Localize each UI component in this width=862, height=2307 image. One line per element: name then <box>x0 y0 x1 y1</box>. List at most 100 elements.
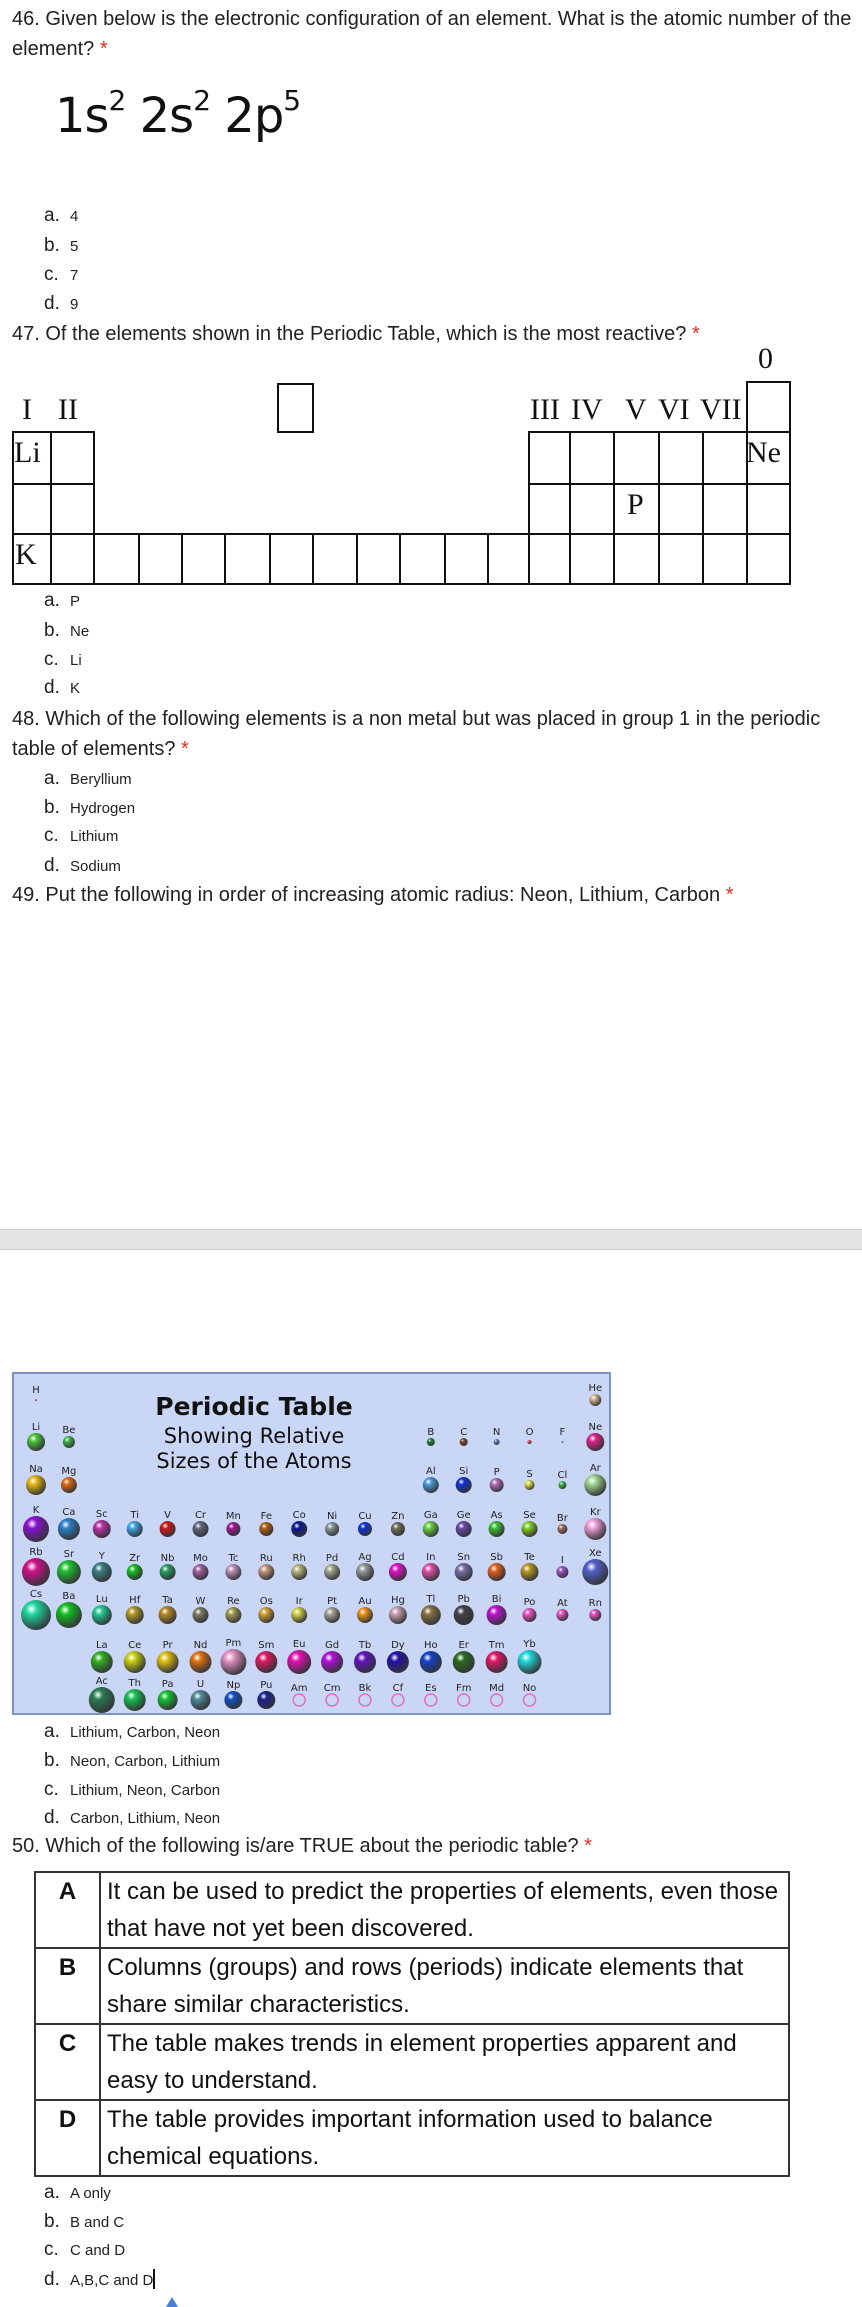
element-label-Ti: Ti <box>129 1510 139 1521</box>
element-label-Ta: Ta <box>161 1595 173 1606</box>
statement-text: Columns (groups) and rows (periods) indi… <box>99 1947 790 2025</box>
element-label-V: V <box>164 1510 171 1521</box>
atom-I <box>556 1566 569 1578</box>
element-label-Ac: Ac <box>96 1676 108 1687</box>
element-label-S: S <box>526 1469 532 1480</box>
element-label-Bi: Bi <box>492 1594 502 1605</box>
option-a[interactable]: a. 4 <box>44 205 78 228</box>
atom-B <box>426 1438 435 1446</box>
option-a[interactable]: a. Beryllium <box>44 768 132 791</box>
option-d[interactable]: d. K <box>44 677 80 700</box>
element-label-Zn: Zn <box>391 1511 404 1522</box>
option-b[interactable]: b. 5 <box>44 235 78 258</box>
atom-Sn <box>454 1563 473 1581</box>
atom-Np <box>224 1691 243 1709</box>
atom-F <box>561 1441 564 1443</box>
element-label-K: K <box>33 1505 40 1516</box>
atom-N <box>493 1439 500 1445</box>
atom-Am <box>292 1693 306 1707</box>
option-b[interactable]: b. Hydrogen <box>44 797 135 820</box>
element-label-Ge: Ge <box>457 1510 471 1521</box>
table-cell <box>746 483 791 535</box>
question-46: 46. Given below is the electronic config… <box>12 4 852 64</box>
option-b[interactable]: b. B and C <box>44 2211 124 2234</box>
atom-Bi <box>486 1605 507 1625</box>
atom-Ar <box>584 1474 607 1496</box>
element-label-Cs: Cs <box>30 1589 42 1600</box>
element-label-Pd: Pd <box>326 1553 338 1564</box>
atom-Mn <box>226 1522 241 1536</box>
group-label-VII: VII <box>700 393 742 426</box>
question-text: 49. Put the following in order of increa… <box>12 884 721 906</box>
element-label-Ba: Ba <box>62 1591 75 1602</box>
atom-Br <box>557 1524 568 1534</box>
option-c[interactable]: c. Lithium, Neon, Carbon <box>44 1779 220 1802</box>
element-label-Es: Es <box>425 1683 437 1694</box>
option-c[interactable]: c. Lithium <box>44 825 118 848</box>
atom-Cr <box>192 1521 209 1537</box>
element-label-Er: Er <box>458 1640 469 1651</box>
element-label-Fe: Fe <box>261 1511 272 1522</box>
question-text: 50. Which of the following is/are TRUE a… <box>12 1835 579 1857</box>
option-d[interactable]: d. A,B,C and D <box>44 2269 156 2292</box>
question-47: 47. Of the elements shown in the Periodi… <box>12 319 852 349</box>
option-c[interactable]: c. 7 <box>44 264 78 287</box>
option-d[interactable]: d. 9 <box>44 293 78 316</box>
atom-As <box>488 1521 505 1537</box>
atom-U <box>190 1690 211 1710</box>
atom-Rb <box>22 1558 50 1586</box>
atom-No <box>522 1693 537 1707</box>
element-label-At: At <box>557 1598 568 1609</box>
element-label-Th: Th <box>127 1678 140 1689</box>
atom-Na <box>26 1475 46 1495</box>
element-label-Lu: Lu <box>96 1594 108 1605</box>
element-label-Pt: Pt <box>327 1596 337 1607</box>
option-a[interactable]: a. Lithium, Carbon, Neon <box>44 1721 220 1744</box>
option-d[interactable]: d. Sodium <box>44 855 121 878</box>
atom-Hg <box>388 1606 407 1624</box>
element-label-Pu: Pu <box>260 1680 272 1691</box>
group-label-IV: IV <box>571 393 603 426</box>
atom-Li <box>27 1433 45 1451</box>
selection-handle[interactable] <box>166 2297 178 2307</box>
atom-Yb <box>517 1650 542 1674</box>
element-label-H: H <box>32 1385 40 1396</box>
element-label-Te: Te <box>523 1552 535 1563</box>
element-label-Au: Au <box>358 1596 371 1607</box>
element-label-Ne: Ne <box>588 1422 602 1433</box>
atom-O <box>527 1440 532 1444</box>
element-label-Na: Na <box>29 1464 43 1475</box>
statement-key: C <box>34 2023 101 2101</box>
atom-Pm <box>220 1649 247 1675</box>
table-cell <box>528 483 571 535</box>
statement-row: C The table makes trends in element prope… <box>34 2023 790 2101</box>
option-a[interactable]: a. A only <box>44 2182 111 2205</box>
atom-Cd <box>388 1563 407 1581</box>
option-b[interactable]: b. Neon, Carbon, Lithium <box>44 1750 220 1773</box>
atom-Si <box>455 1477 472 1493</box>
element-label-Ca: Ca <box>62 1507 75 1518</box>
element-label-Ag: Ag <box>358 1552 371 1563</box>
table-cell <box>50 533 95 585</box>
option-a[interactable]: a. P <box>44 590 80 613</box>
element-label-Sn: Sn <box>457 1552 470 1563</box>
option-d[interactable]: d. Carbon, Lithium, Neon <box>44 1807 220 1830</box>
option-b[interactable]: b. Ne <box>44 620 89 643</box>
option-c[interactable]: c. C and D <box>44 2239 125 2262</box>
element-label-Sr: Sr <box>64 1549 75 1560</box>
atom-W <box>192 1607 209 1623</box>
table-cell <box>569 431 615 485</box>
option-c[interactable]: c. Li <box>44 649 82 672</box>
table-cell <box>658 483 704 535</box>
statement-row: D The table provides important informatio… <box>34 2099 790 2177</box>
element-label-Gd: Gd <box>325 1640 339 1651</box>
atom-Y <box>91 1562 112 1582</box>
element-label-Hf: Hf <box>129 1595 141 1606</box>
element-label-Eu: Eu <box>293 1639 306 1650</box>
element-label-Pb: Pb <box>458 1594 470 1605</box>
element-ne: Ne <box>746 436 781 469</box>
table-cell <box>138 533 183 585</box>
atom-Co <box>291 1521 308 1537</box>
atom-Hf <box>125 1606 144 1624</box>
table-cell <box>50 431 95 485</box>
